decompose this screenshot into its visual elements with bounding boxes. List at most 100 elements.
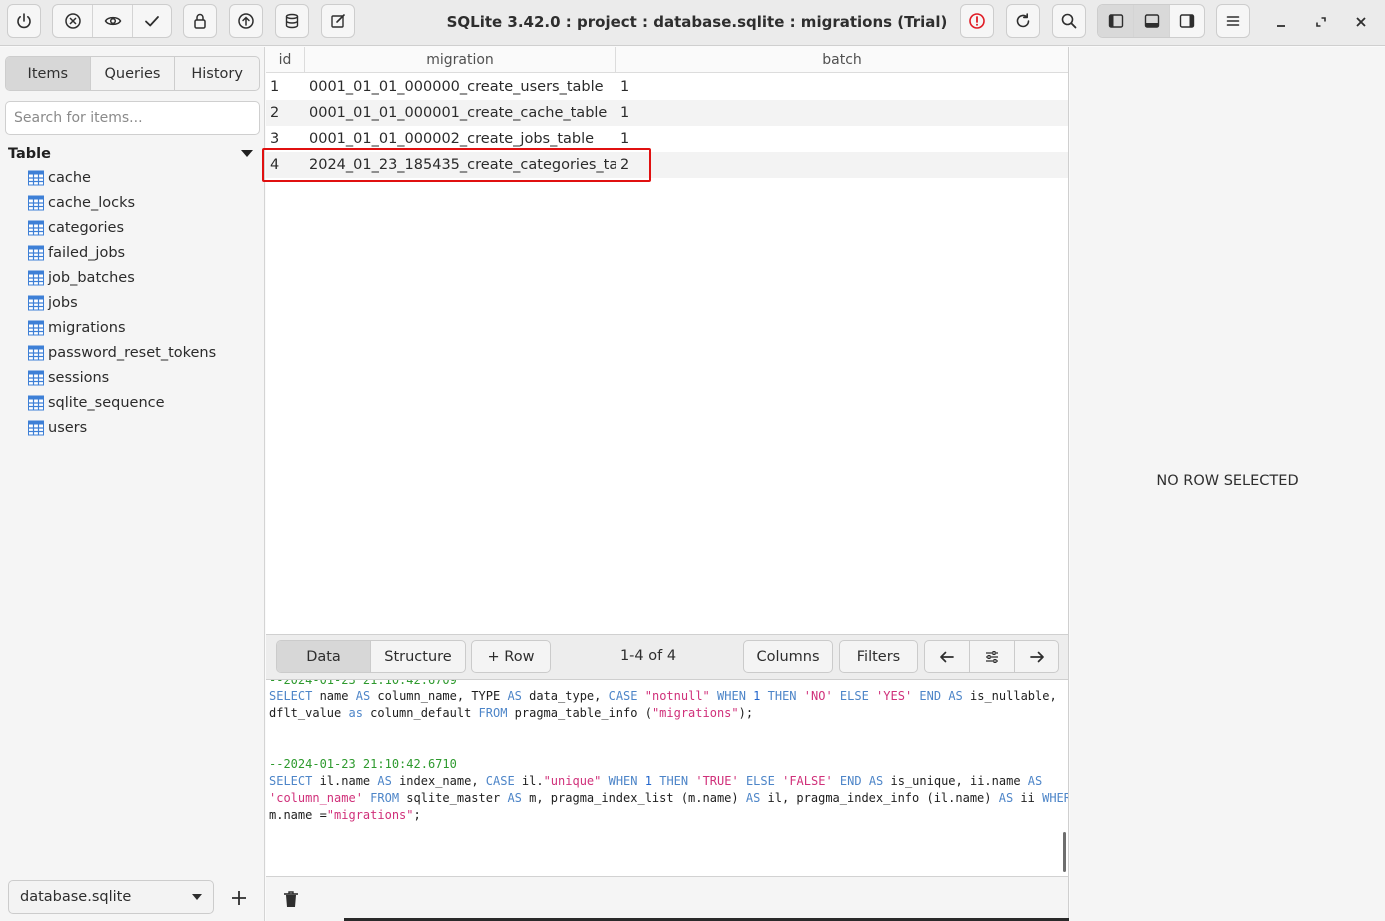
search-icon xyxy=(1061,13,1077,29)
power-button[interactable] xyxy=(7,4,41,38)
toggle-left-panel[interactable] xyxy=(1098,5,1134,37)
sidebar-item-sqlite-sequence[interactable]: sqlite_sequence xyxy=(28,390,258,415)
pagination-settings-button[interactable] xyxy=(970,641,1015,672)
maximize-button[interactable] xyxy=(1310,11,1332,33)
console-token: AS xyxy=(868,774,884,788)
console-token xyxy=(862,774,869,788)
search-button[interactable] xyxy=(1052,4,1086,38)
console-token: AS xyxy=(998,791,1014,805)
column-header-id[interactable]: id xyxy=(266,47,305,73)
filters-button[interactable]: Filters xyxy=(839,640,918,673)
cell-batch[interactable]: 1 xyxy=(616,74,1068,100)
cell-id[interactable]: 1 xyxy=(266,74,305,100)
table-section-header[interactable]: Table xyxy=(8,143,254,165)
sidebar-item-label: migrations xyxy=(48,319,126,336)
sidebar-item-cache-locks[interactable]: cache_locks xyxy=(28,190,258,215)
refresh-button[interactable] xyxy=(1006,4,1040,38)
arrow-left-icon xyxy=(940,651,954,662)
cell-migration[interactable]: 0001_01_01_000002_create_jobs_table xyxy=(305,126,616,152)
power-icon xyxy=(17,13,31,29)
columns-button[interactable]: Columns xyxy=(743,640,833,673)
menu-icon xyxy=(1226,16,1240,26)
console-token: "migrations" xyxy=(651,706,739,720)
cell-id[interactable]: 3 xyxy=(266,126,305,152)
sidebar-item-cache[interactable]: cache xyxy=(28,165,258,190)
trash-icon[interactable] xyxy=(283,890,299,908)
console-scrollbar[interactable] xyxy=(1063,832,1066,872)
console-query-line: 'column_name' FROM sqlite_master AS m, p… xyxy=(269,790,1068,807)
tab-items[interactable]: Items xyxy=(6,57,91,90)
console-query-line: dflt_value as column_default FROM pragma… xyxy=(269,705,753,722)
tab-data[interactable]: Data xyxy=(277,641,371,672)
sql-editor-button[interactable] xyxy=(321,4,355,38)
console-token: SELECT xyxy=(269,689,313,703)
database-button[interactable] xyxy=(275,4,309,38)
table-icon xyxy=(28,420,44,435)
table-row[interactable]: 2 0001_01_01_000001_create_cache_table 1 xyxy=(266,100,1068,126)
no-row-selected-label: NO ROW SELECTED xyxy=(1156,473,1299,489)
upload-button[interactable] xyxy=(229,4,263,38)
table-icon xyxy=(28,195,44,210)
console-token: AS xyxy=(507,689,522,703)
window-close-button[interactable] xyxy=(1350,11,1372,33)
sidebar-item-sessions[interactable]: sessions xyxy=(28,365,258,390)
table-icon xyxy=(28,270,44,285)
cell-migration[interactable]: 2024_01_23_185435_create_categories_tabl… xyxy=(305,152,616,178)
main-menu-button[interactable] xyxy=(1216,4,1250,38)
sidebar-item-users[interactable]: users xyxy=(28,415,258,440)
add-connection-button[interactable] xyxy=(226,885,252,911)
grid-toolbar: Data Structure + Row 1-4 of 4 rows Colum… xyxy=(266,634,1069,697)
console-token xyxy=(869,689,876,703)
sidebar-item-failed-jobs[interactable]: failed_jobs xyxy=(28,240,258,265)
cell-batch[interactable]: 2 xyxy=(616,152,1068,178)
row-detail-panel: NO ROW SELECTED xyxy=(1070,47,1385,921)
commit-button[interactable] xyxy=(133,5,171,37)
sidebar-item-jobs[interactable]: jobs xyxy=(28,290,258,315)
disconnect-button[interactable] xyxy=(53,5,93,37)
console-token xyxy=(833,774,840,788)
view-switcher: Data Structure xyxy=(276,640,466,673)
eye-icon xyxy=(104,16,121,26)
preview-button[interactable] xyxy=(93,5,133,37)
table-row[interactable]: 1 0001_01_01_000000_create_users_table 1 xyxy=(266,74,1068,100)
console-token: AS xyxy=(507,791,522,805)
query-console[interactable]: --2024-01-23 21:10:42.6709 SELECT name A… xyxy=(266,679,1069,876)
console-token: is_unique, ii.name xyxy=(883,774,1028,788)
sidebar-item-migrations[interactable]: migrations xyxy=(28,315,258,340)
column-header-batch[interactable]: batch xyxy=(616,47,1068,73)
cell-migration[interactable]: 0001_01_01_000000_create_users_table xyxy=(305,74,616,100)
console-token: il, pragma_index_info (il.name) xyxy=(760,791,999,805)
column-header-migration[interactable]: migration xyxy=(305,47,616,73)
minimize-button[interactable] xyxy=(1270,11,1292,33)
sidebar-item-label: cache_locks xyxy=(48,194,136,211)
cell-migration[interactable]: 0001_01_01_000001_create_cache_table xyxy=(305,100,616,126)
console-token xyxy=(833,689,840,703)
sidebar-item-job-batches[interactable]: job_batches xyxy=(28,265,258,290)
cell-batch[interactable]: 1 xyxy=(616,100,1068,126)
lock-button[interactable] xyxy=(183,4,217,38)
cell-batch[interactable]: 1 xyxy=(616,126,1068,152)
cell-id[interactable]: 2 xyxy=(266,100,305,126)
console-query-line: SELECT name AS column_name, TYPE AS data… xyxy=(269,688,1057,705)
alert-button[interactable] xyxy=(960,4,994,38)
console-token: CASE xyxy=(608,689,638,703)
console-token: m, pragma_index_list (m.name) xyxy=(521,791,746,805)
tab-history[interactable]: History xyxy=(175,57,259,90)
table-row[interactable]: 4 2024_01_23_185435_create_categories_tab… xyxy=(266,152,1068,178)
sidebar-tabs: Items Queries History xyxy=(5,56,260,91)
table-row[interactable]: 3 0001_01_01_000002_create_jobs_table 1 xyxy=(266,126,1068,152)
console-token: is_nullable, xyxy=(962,689,1057,703)
toggle-right-panel[interactable] xyxy=(1170,5,1204,37)
tab-structure[interactable]: Structure xyxy=(371,641,465,672)
search-items-input[interactable] xyxy=(5,101,260,135)
toggle-bottom-panel[interactable] xyxy=(1134,5,1170,37)
next-page-button[interactable] xyxy=(1015,641,1058,672)
cell-id[interactable]: 4 xyxy=(266,152,305,178)
sidebar-item-categories[interactable]: categories xyxy=(28,215,258,240)
database-select-value: database.sqlite xyxy=(20,889,132,905)
tab-queries[interactable]: Queries xyxy=(91,57,176,90)
sidebar-item-password-reset-tokens[interactable]: password_reset_tokens xyxy=(28,340,258,365)
database-select[interactable]: database.sqlite xyxy=(8,880,214,914)
add-row-button[interactable]: + Row xyxy=(471,640,551,673)
previous-page-button[interactable] xyxy=(925,641,970,672)
